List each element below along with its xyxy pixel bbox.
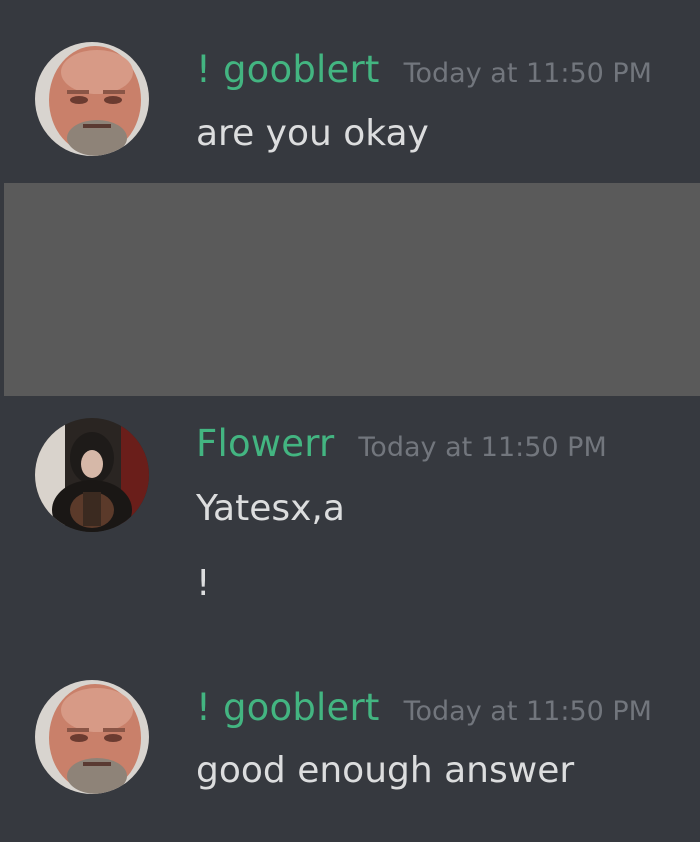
- username[interactable]: ! gooblert: [196, 686, 380, 729]
- avatar-image: [35, 418, 149, 532]
- message-text: !: [196, 563, 211, 604]
- avatar-image: [35, 42, 149, 156]
- message-header: Flowerr Today at 11:50 PM: [196, 422, 607, 465]
- avatar[interactable]: [35, 418, 149, 532]
- timestamp: Today at 11:50 PM: [358, 432, 607, 463]
- message-text: good enough answer: [196, 750, 575, 791]
- username[interactable]: Flowerr: [196, 422, 334, 465]
- avatar[interactable]: [35, 680, 149, 794]
- avatar-image: [35, 680, 149, 794]
- avatar[interactable]: [35, 42, 149, 156]
- username[interactable]: ! gooblert: [196, 48, 380, 91]
- message-header: ! gooblert Today at 11:50 PM: [196, 48, 652, 91]
- message-header: ! gooblert Today at 11:50 PM: [196, 686, 652, 729]
- redaction-block: [4, 183, 700, 396]
- timestamp: Today at 11:50 PM: [403, 696, 652, 727]
- chat-log: ! gooblert Today at 11:50 PM are you oka…: [0, 0, 700, 842]
- timestamp: Today at 11:50 PM: [403, 58, 652, 89]
- message-text: are you okay: [196, 113, 429, 154]
- message-text: Yatesx,a: [196, 488, 345, 529]
